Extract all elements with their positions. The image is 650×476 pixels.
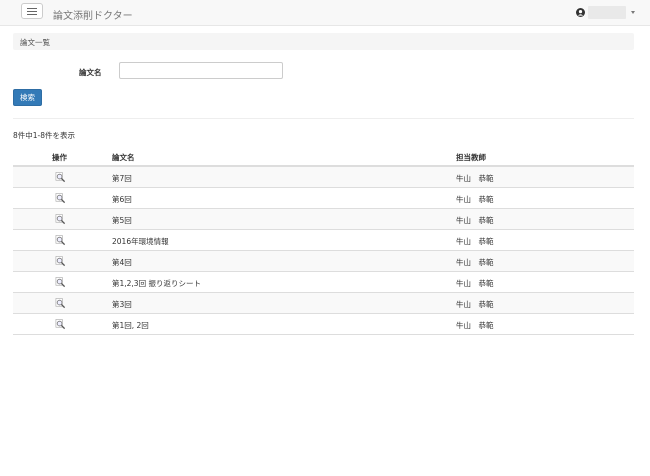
- table-row: 第1,2,3回 振り返りシート 牛山 恭範: [13, 272, 634, 293]
- row-title: 第3回: [112, 300, 132, 309]
- user-name-redacted[interactable]: [588, 6, 626, 19]
- magnifier-icon[interactable]: [55, 277, 66, 288]
- magnifier-icon[interactable]: [55, 256, 66, 267]
- row-title: 第5回: [112, 216, 132, 225]
- caret-down-icon[interactable]: [631, 11, 635, 14]
- hamburger-menu-button[interactable]: [21, 3, 43, 19]
- title-search-input[interactable]: [119, 62, 283, 79]
- row-teacher: 牛山 恭範: [456, 279, 494, 288]
- row-title: 第6回: [112, 195, 132, 204]
- header-action: 操作: [52, 153, 67, 162]
- table-row: 第3回 牛山 恭範: [13, 293, 634, 314]
- row-teacher: 牛山 恭範: [456, 174, 494, 183]
- row-teacher: 牛山 恭範: [456, 195, 494, 204]
- breadcrumb: 論文一覧: [13, 33, 634, 50]
- search-button[interactable]: 検索: [13, 89, 42, 106]
- table-row: 第7回 牛山 恭範: [13, 167, 634, 188]
- row-teacher: 牛山 恭範: [456, 300, 494, 309]
- result-count: 8件中1-8件を表示: [13, 131, 76, 140]
- hamburger-icon: [27, 8, 37, 10]
- table-row: 2016年環境情報 牛山 恭範: [13, 230, 634, 251]
- table-row: 第4回 牛山 恭範: [13, 251, 634, 272]
- table-row: 第1回, 2回 牛山 恭範: [13, 314, 634, 335]
- title-field-label: 論文名: [79, 68, 102, 77]
- table-row: 第6回 牛山 恭範: [13, 188, 634, 209]
- app-title[interactable]: 論文添削ドクター: [53, 7, 133, 22]
- row-title: 2016年環境情報: [112, 237, 169, 246]
- hamburger-icon-bar: [27, 14, 37, 16]
- results-table: 第7回 牛山 恭範 第6回 牛山 恭範 第5回 牛山 恭範 2016年環境情報 牛山 恭範 第4…: [13, 167, 634, 335]
- row-title: 第1回, 2回: [112, 321, 149, 330]
- table-row: 第5回 牛山 恭範: [13, 209, 634, 230]
- row-teacher: 牛山 恭範: [456, 237, 494, 246]
- magnifier-icon[interactable]: [55, 235, 66, 246]
- row-title: 第1,2,3回 振り返りシート: [112, 279, 201, 288]
- row-teacher: 牛山 恭範: [456, 216, 494, 225]
- user-icon[interactable]: [576, 8, 585, 17]
- header-teacher: 担当教師: [456, 153, 486, 162]
- magnifier-icon[interactable]: [55, 214, 66, 225]
- magnifier-icon[interactable]: [55, 298, 66, 309]
- hamburger-icon-bar: [27, 11, 37, 13]
- row-teacher: 牛山 恭範: [456, 321, 494, 330]
- row-teacher: 牛山 恭範: [456, 258, 494, 267]
- divider: [13, 118, 634, 119]
- magnifier-icon[interactable]: [55, 193, 66, 204]
- row-title: 第7回: [112, 174, 132, 183]
- row-title: 第4回: [112, 258, 132, 267]
- navbar: 論文添削ドクター: [0, 0, 650, 26]
- magnifier-icon[interactable]: [55, 172, 66, 183]
- header-title: 論文名: [112, 153, 135, 162]
- magnifier-icon[interactable]: [55, 319, 66, 330]
- breadcrumb-item: 論文一覧: [20, 38, 50, 47]
